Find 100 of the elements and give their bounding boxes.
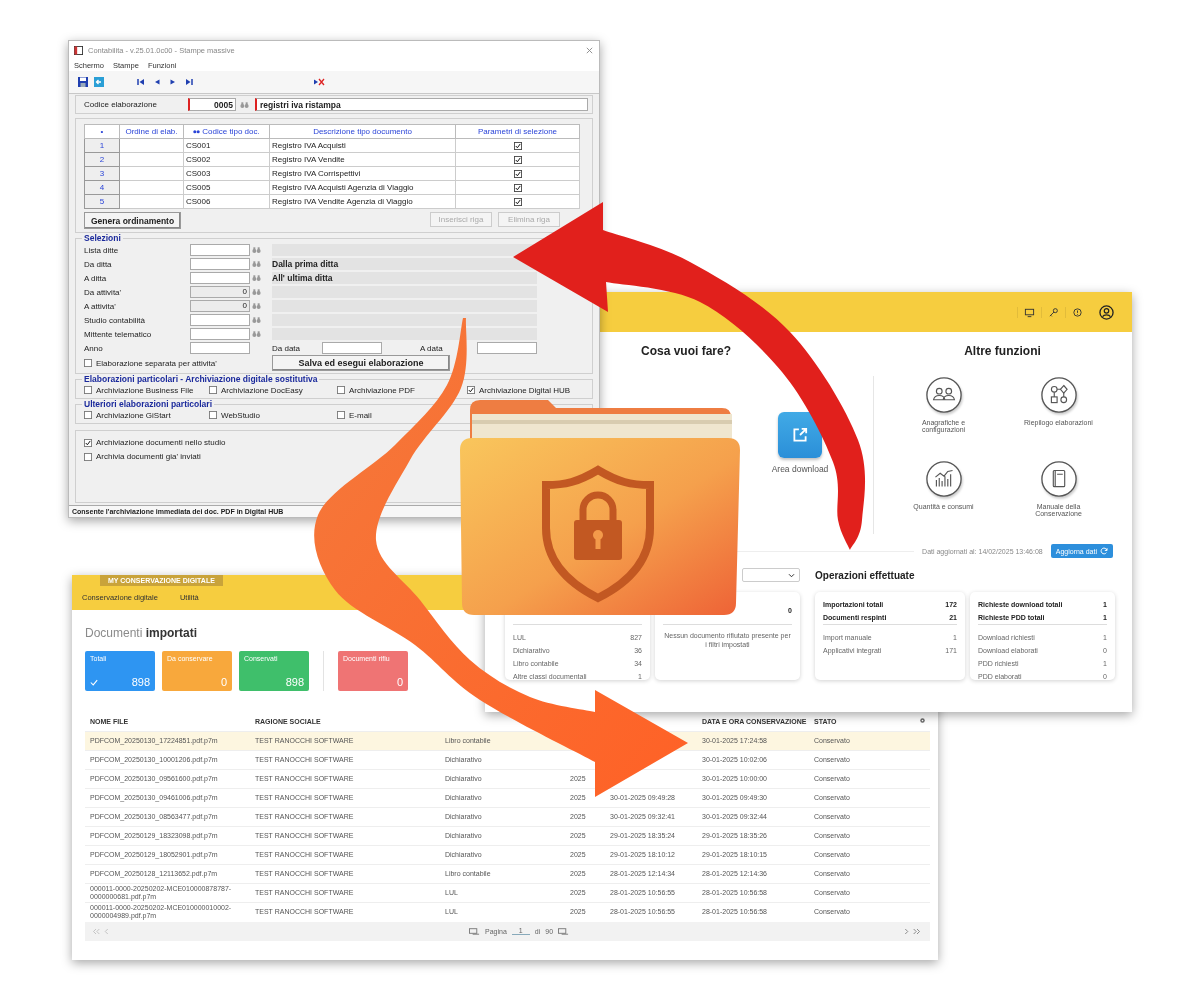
- checkbox[interactable]: [513, 141, 522, 150]
- counter-value: 898: [131, 676, 150, 688]
- checkbox[interactable]: [513, 183, 522, 192]
- close-icon[interactable]: [585, 45, 594, 55]
- row-number[interactable]: 5: [99, 197, 105, 206]
- input-field[interactable]: [190, 342, 250, 354]
- exit-icon[interactable]: [93, 76, 105, 88]
- input-field[interactable]: [190, 272, 250, 284]
- checkbox[interactable]: [84, 386, 92, 394]
- binoculars-icon[interactable]: [252, 316, 261, 324]
- binoculars-icon[interactable]: [252, 260, 261, 268]
- binoculars-icon: [193, 128, 201, 135]
- checkbox[interactable]: [513, 169, 522, 178]
- table-cell: CS006: [186, 197, 211, 206]
- page-icon[interactable]: [469, 927, 480, 935]
- counter-value: 0: [220, 676, 227, 688]
- code-field[interactable]: 0005: [188, 98, 236, 111]
- user-icon[interactable]: [1099, 304, 1114, 320]
- counter-value: 898: [285, 676, 304, 688]
- table-cell: CS005: [186, 183, 211, 192]
- checkbox-label: Archivia documenti gia' inviati: [96, 452, 201, 461]
- checkbox[interactable]: [467, 386, 475, 394]
- table-cell: Registro IVA Acquisti: [272, 141, 346, 150]
- refresh-icon: [1100, 547, 1108, 555]
- info-field: Dalla prima ditta: [272, 258, 537, 270]
- checkbox[interactable]: [84, 359, 92, 367]
- field-label: Studio contabilità: [84, 315, 146, 325]
- double-chevron-right-icon[interactable]: [912, 927, 922, 935]
- field-label: A attivita': [84, 301, 117, 311]
- field-label: Da ditta: [84, 259, 113, 269]
- last-record-icon[interactable]: [183, 76, 195, 88]
- checkbox[interactable]: [209, 386, 217, 394]
- info-field: All' ultima ditta: [272, 272, 537, 284]
- people-icon: [924, 376, 963, 414]
- checkbox-label: Elaborazione separata per attivita': [96, 358, 217, 368]
- row-number[interactable]: 3: [99, 169, 105, 178]
- external-link-icon: [791, 426, 809, 444]
- checkbox-label: WebStudio: [221, 410, 260, 420]
- counter-value: 0: [396, 676, 403, 688]
- cancel-arrow-icon[interactable]: [313, 76, 325, 88]
- run-button[interactable]: Salva ed esegui elaborazione: [272, 355, 450, 371]
- action-button[interactable]: Genera ordinamento: [84, 212, 182, 229]
- checkbox[interactable]: [337, 411, 345, 419]
- table-cell: Registro IVA Vendite Agenzia di Viaggio: [272, 197, 413, 206]
- checkbox[interactable]: [209, 411, 217, 419]
- row-number[interactable]: 2: [99, 155, 105, 164]
- row-number[interactable]: 4: [99, 183, 105, 192]
- group-title: Ulteriori elaborazioni particolari: [83, 399, 213, 409]
- section-title: Altre funzioni: [964, 344, 1041, 358]
- group-title: Selezioni: [83, 233, 122, 243]
- checkbox[interactable]: [513, 155, 522, 164]
- field-label: Lista ditte: [84, 245, 120, 255]
- settings-icon[interactable]: [919, 717, 926, 724]
- field-label: Da data: [272, 343, 302, 353]
- input-field[interactable]: [190, 244, 250, 256]
- section-title: Operazioni effettuate: [815, 569, 915, 581]
- checkbox[interactable]: [337, 386, 345, 394]
- field-label: A ditta: [84, 273, 108, 283]
- binoculars-icon[interactable]: [252, 246, 261, 254]
- table-cell: CS001: [186, 141, 211, 150]
- binoculars-icon[interactable]: [252, 274, 261, 282]
- date-field[interactable]: [477, 342, 537, 354]
- input-field[interactable]: [190, 328, 250, 340]
- binoculars-icon[interactable]: [240, 100, 249, 109]
- binoculars-icon[interactable]: [252, 302, 261, 310]
- checkbox-label: E-mail: [349, 410, 372, 420]
- checkbox[interactable]: [84, 411, 92, 419]
- save-icon[interactable]: [77, 76, 89, 88]
- checkbox-label: Archiviazione GiStart: [96, 410, 171, 420]
- input-field[interactable]: [190, 314, 250, 326]
- chevron-right-icon[interactable]: [904, 927, 909, 935]
- checkbox[interactable]: [84, 452, 92, 461]
- check-icon: [90, 679, 98, 686]
- shapes-icon: [1039, 376, 1078, 414]
- group-title: Elaborazioni particolari - Archiviazione digitale sostitutiva: [83, 374, 319, 384]
- table-cell: Registro IVA Acquisti Agenzia di Viaggio: [272, 183, 414, 192]
- table-cell: Registro IVA Corrispettivi: [272, 169, 361, 178]
- checkbox-label: Archiviazione Digital HUB: [479, 385, 571, 395]
- field-label: Da attivita': [84, 287, 123, 297]
- checkbox[interactable]: [84, 438, 92, 447]
- binoculars-icon[interactable]: [252, 288, 261, 296]
- binoculars-icon[interactable]: [252, 330, 261, 338]
- description-field[interactable]: registri iva ristampa: [255, 98, 588, 111]
- date-field[interactable]: [322, 342, 382, 354]
- input-field[interactable]: [190, 258, 250, 270]
- row-number[interactable]: 1: [99, 141, 105, 150]
- column-header[interactable]: •: [100, 127, 104, 136]
- checkbox-label: Archiviazione documenti nello studio: [96, 438, 226, 447]
- first-record-icon[interactable]: [135, 76, 147, 88]
- book-icon: [1039, 460, 1078, 498]
- checkbox-label: Archiviazione DocEasy: [221, 385, 303, 395]
- app-icon: [74, 45, 83, 55]
- bar-chart-icon: [924, 460, 963, 498]
- field-label: Anno: [84, 343, 104, 353]
- checkbox[interactable]: [513, 197, 522, 206]
- checkbox-label: Archiviazione PDF: [349, 385, 415, 395]
- table-cell: CS003: [186, 169, 211, 178]
- page-icon[interactable]: [558, 927, 570, 935]
- section-title: Cosa vuoi fare?: [641, 344, 732, 358]
- field-label: Codice elaborazione: [84, 100, 158, 109]
